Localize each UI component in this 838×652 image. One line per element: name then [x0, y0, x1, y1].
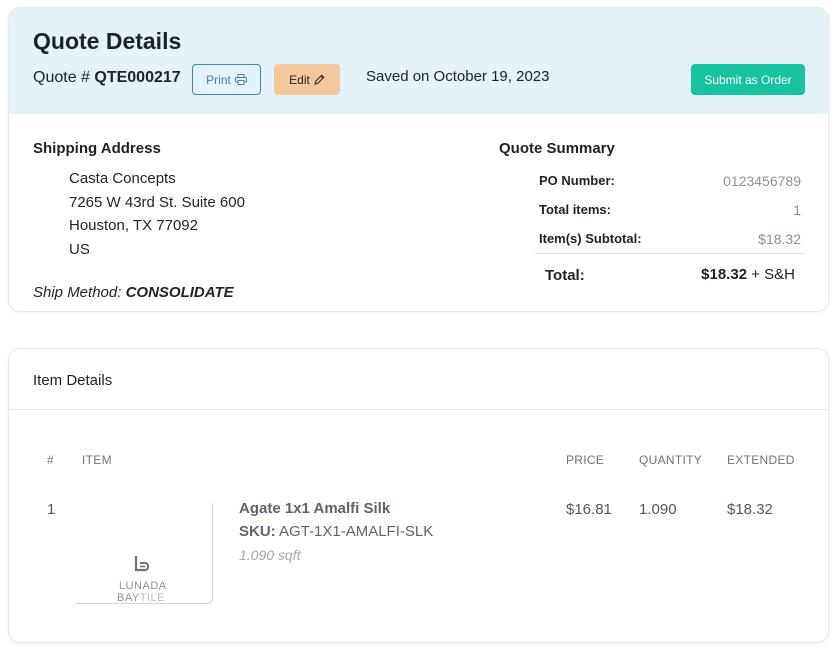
- ship-method: Ship Method: CONSOLIDATE: [33, 284, 234, 301]
- print-button-label: Print: [206, 72, 231, 87]
- item-sqft: 1.090 sqft: [239, 547, 301, 563]
- printer-icon: [234, 74, 247, 85]
- logo-text-line1: LUNADA: [119, 580, 167, 592]
- column-header-item: ITEM: [82, 453, 112, 467]
- logo-text-tile: TILE: [139, 592, 165, 604]
- item-details-divider: [9, 409, 828, 410]
- edit-button[interactable]: Edit: [274, 64, 340, 95]
- address-line-country: US: [69, 241, 90, 258]
- item-details-heading: Item Details: [33, 372, 113, 389]
- lunada-bay-logo-icon: [134, 556, 150, 572]
- item-details-card: Item Details # ITEM PRICE QUANTITY EXTEN…: [8, 348, 829, 643]
- summary-divider: [535, 253, 805, 254]
- summary-label: PO Number:: [539, 173, 615, 188]
- total-suffix: + S&H: [751, 266, 795, 283]
- logo-text-bay: BAY: [117, 592, 140, 604]
- quote-number: QTE000217: [94, 69, 181, 86]
- ship-method-label: Ship Method:: [33, 284, 122, 301]
- column-header-price: PRICE: [566, 453, 605, 467]
- summary-value: $18.32: [758, 231, 801, 247]
- address-line-street: 7265 W 43rd St. Suite 600: [69, 194, 245, 211]
- item-sku-value: AGT-1X1-AMALFI-SLK: [279, 523, 434, 540]
- page-title: Quote Details: [33, 28, 182, 54]
- product-thumbnail[interactable]: LUNADA BAYTILE: [75, 503, 213, 604]
- item-name[interactable]: Agate 1x1 Amalfi Silk: [239, 500, 390, 517]
- item-sku: SKU: AGT-1X1-AMALFI-SLK: [239, 523, 433, 540]
- column-header-extended: EXTENDED: [727, 453, 795, 467]
- print-button[interactable]: Print: [192, 64, 261, 95]
- summary-row-po: PO Number: 0123456789: [539, 173, 801, 201]
- saved-date: Saved on October 19, 2023: [366, 68, 550, 85]
- item-extended: $18.32: [727, 501, 773, 518]
- summary-label: Item(s) Subtotal:: [539, 231, 642, 246]
- total-value: $18.32 + S&H: [701, 266, 795, 283]
- summary-value: 1: [793, 202, 801, 218]
- logo-text-line2: BAYTILE: [117, 592, 165, 604]
- quote-card: Quote Details Quote # QTE000217 Print Ed…: [8, 7, 829, 312]
- item-price: $16.81: [566, 501, 612, 518]
- total-amount: $18.32: [701, 266, 748, 283]
- row-index: 1: [47, 501, 56, 518]
- summary-value: 0123456789: [723, 173, 801, 189]
- summary-row-total-items: Total items: 1: [539, 202, 801, 230]
- item-sku-label: SKU:: [239, 523, 276, 540]
- address-line-company: Casta Concepts: [69, 170, 176, 187]
- submit-order-label: Submit as Order: [704, 72, 792, 87]
- item-quantity: 1.090: [639, 501, 677, 518]
- shipping-address-heading: Shipping Address: [33, 140, 161, 157]
- quote-number-line: Quote # QTE000217: [33, 69, 181, 87]
- pencil-icon: [314, 74, 325, 85]
- column-header-quantity: QUANTITY: [639, 453, 703, 467]
- edit-button-label: Edit: [289, 72, 310, 87]
- quote-prefix: Quote #: [33, 69, 90, 86]
- column-header-index: #: [47, 453, 54, 467]
- ship-method-value: CONSOLIDATE: [125, 284, 234, 301]
- quote-summary-heading: Quote Summary: [499, 140, 615, 157]
- submit-order-button[interactable]: Submit as Order: [691, 64, 805, 95]
- summary-row-subtotal: Item(s) Subtotal: $18.32: [539, 231, 801, 259]
- summary-label: Total items:: [539, 202, 611, 217]
- total-label: Total:: [545, 267, 585, 284]
- quote-header: Quote Details Quote # QTE000217 Print Ed…: [9, 8, 828, 114]
- address-line-city: Houston, TX 77092: [69, 217, 198, 234]
